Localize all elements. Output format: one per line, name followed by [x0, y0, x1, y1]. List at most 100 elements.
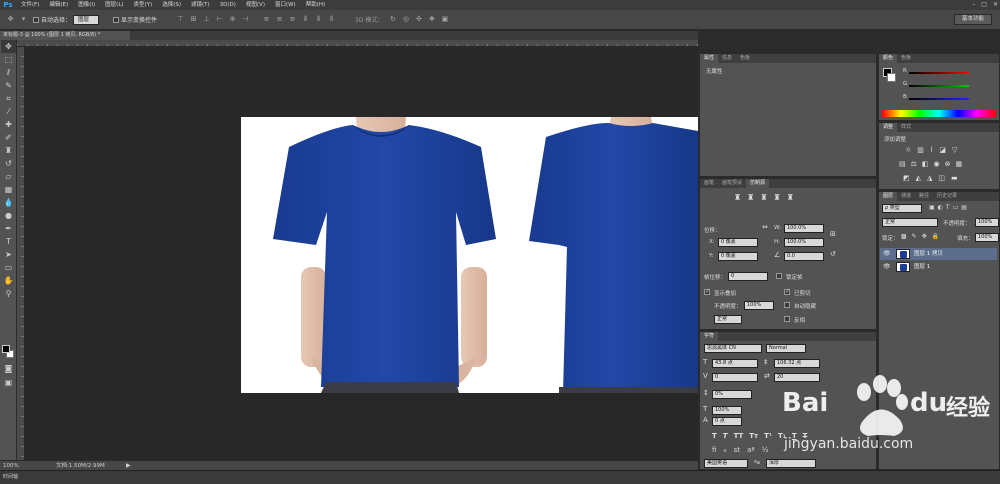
- lock-frame-checkbox[interactable]: [776, 273, 782, 279]
- eyedropper-tool-icon[interactable]: ⁄: [1, 105, 16, 118]
- align-hcenter-icon[interactable]: ⊕: [228, 15, 237, 24]
- curves-icon[interactable]: ⌇: [930, 146, 933, 154]
- menu-filter[interactable]: 滤镜(T): [186, 0, 215, 10]
- align-left-icon[interactable]: ⊢: [215, 15, 224, 24]
- gradient-tool-icon[interactable]: ▦: [1, 183, 16, 196]
- auto-select-dropdown[interactable]: 图层: [73, 14, 100, 25]
- show-transform-option[interactable]: 显示变换控件: [110, 14, 160, 26]
- show-overlay-checkbox[interactable]: [704, 288, 710, 295]
- menu-help[interactable]: 帮助(H): [301, 0, 330, 10]
- clone-x-field[interactable]: 0 像素: [718, 238, 758, 247]
- exposure-icon[interactable]: ◪: [939, 146, 946, 154]
- menu-view[interactable]: 视图(V): [241, 0, 270, 10]
- clone-slot-5-icon[interactable]: ♜: [787, 193, 794, 202]
- filter-type-icon[interactable]: T: [946, 204, 950, 211]
- clone-stamp-tool-icon[interactable]: ♜: [1, 144, 16, 157]
- lock-image-icon[interactable]: ✎: [912, 233, 917, 240]
- ordinal-icon[interactable]: aª: [747, 446, 755, 454]
- tab-brush-presets[interactable]: 画笔预设: [718, 179, 746, 188]
- horizontal-scale-field[interactable]: 100%: [712, 406, 742, 415]
- shape-tool-icon[interactable]: ▭: [1, 261, 16, 274]
- layer-kind-filter[interactable]: ρ 类型: [882, 204, 922, 213]
- pen-tool-icon[interactable]: ✒: [1, 222, 16, 235]
- selective-color-icon[interactable]: ◫: [938, 174, 945, 182]
- path-select-tool-icon[interactable]: ➤: [1, 248, 16, 261]
- show-transform-checkbox[interactable]: [113, 16, 120, 23]
- clone-slot-3-icon[interactable]: ♜: [760, 193, 767, 202]
- layer-name[interactable]: 图层 1: [914, 261, 930, 273]
- clone-slot-1-icon[interactable]: ♜: [734, 193, 741, 202]
- zoom-tool-icon[interactable]: ⚲: [1, 287, 16, 300]
- filter-pixel-icon[interactable]: ▣: [929, 204, 935, 211]
- font-family-dropdown[interactable]: 思源黑体 CN: [704, 344, 762, 353]
- reset-transform-icon[interactable]: ↺: [830, 250, 836, 258]
- quick-select-tool-icon[interactable]: ✎: [1, 79, 16, 92]
- faux-italic-icon[interactable]: T: [723, 432, 728, 440]
- menu-select[interactable]: 选择(S): [157, 0, 186, 10]
- filter-shape-icon[interactable]: ▭: [953, 204, 959, 211]
- tab-adjustments[interactable]: 调整: [879, 123, 898, 132]
- document-image[interactable]: [241, 117, 698, 393]
- layer-blend-mode-dropdown[interactable]: 正常: [882, 218, 938, 227]
- align-top-icon[interactable]: ⊤: [176, 15, 185, 24]
- tab-brush[interactable]: 画笔: [700, 179, 718, 188]
- align-right-icon[interactable]: ⊣: [241, 15, 250, 24]
- balance-icon[interactable]: ⚖: [911, 160, 917, 168]
- color-bg-swatch[interactable]: [887, 73, 896, 82]
- color-g-slider[interactable]: [909, 85, 969, 87]
- workspace-switcher[interactable]: 基本功能: [954, 14, 992, 25]
- swash-icon[interactable]: ℴ: [723, 446, 726, 454]
- small-caps-icon[interactable]: Tт: [749, 432, 758, 440]
- fraction-icon[interactable]: ½: [762, 446, 769, 454]
- 3d-scale-icon[interactable]: ▣: [440, 15, 449, 24]
- minimize-button[interactable]: –: [972, 0, 975, 10]
- threshold-icon[interactable]: ◮: [927, 174, 932, 182]
- tab-history[interactable]: 历史记录: [933, 192, 961, 201]
- distribute-right-icon[interactable]: ⦀: [327, 15, 336, 24]
- lock-transparent-icon[interactable]: ▩: [901, 233, 907, 240]
- lock-aspect-icon[interactable]: ⊞: [830, 230, 836, 238]
- tab-info[interactable]: 信息: [718, 54, 736, 63]
- blur-tool-icon[interactable]: 💧: [1, 196, 16, 209]
- lasso-tool-icon[interactable]: ℓ: [1, 66, 16, 79]
- tab-properties[interactable]: 属性: [700, 54, 719, 63]
- layer-visibility-eye-icon[interactable]: 👁: [883, 261, 891, 273]
- mixer-icon[interactable]: ⊗: [945, 160, 951, 168]
- quick-mask-icon[interactable]: ◙: [1, 362, 16, 375]
- all-caps-icon[interactable]: TT: [734, 432, 744, 440]
- color-spectrum[interactable]: [882, 110, 996, 117]
- levels-icon[interactable]: ▥: [917, 146, 924, 154]
- distribute-left-icon[interactable]: ⦀: [301, 15, 310, 24]
- hand-tool-icon[interactable]: ✋: [1, 274, 16, 287]
- distribute-hcenter-icon[interactable]: ⦀: [314, 15, 323, 24]
- clone-slot-4-icon[interactable]: ♜: [774, 193, 781, 202]
- layer-row-0[interactable]: 👁 图层 1 拷贝: [880, 248, 997, 260]
- leading-field[interactable]: 106.32 点: [774, 359, 820, 368]
- marquee-tool-icon[interactable]: ⬚: [1, 53, 16, 66]
- faux-bold-icon[interactable]: T: [712, 432, 717, 440]
- tab-clone-source[interactable]: 仿制源: [746, 179, 770, 188]
- lock-all-icon[interactable]: 🔒: [932, 233, 939, 240]
- menu-file[interactable]: 文件(F): [16, 0, 44, 10]
- layer-name[interactable]: 图层 1 拷贝: [914, 248, 943, 260]
- language-dropdown[interactable]: 美国英语: [704, 459, 748, 468]
- clone-y-field[interactable]: 0 像素: [718, 252, 758, 261]
- invert-icon[interactable]: ◩: [903, 174, 910, 182]
- brightness-icon[interactable]: ☼: [905, 146, 911, 154]
- overlay-blend-dropdown[interactable]: 正常: [714, 315, 742, 324]
- color-r-slider[interactable]: [909, 72, 969, 74]
- healing-brush-tool-icon[interactable]: ✚: [1, 118, 16, 131]
- 3d-rotate-icon[interactable]: ↻: [388, 15, 397, 24]
- brush-tool-icon[interactable]: ✐: [1, 131, 16, 144]
- frame-offset-field[interactable]: 0: [728, 272, 768, 281]
- distribute-vcenter-icon[interactable]: ≡: [275, 15, 284, 24]
- clipped-checkbox[interactable]: [784, 288, 790, 295]
- eraser-tool-icon[interactable]: ▱: [1, 170, 16, 183]
- 3d-roll-icon[interactable]: ◎: [401, 15, 410, 24]
- auto-select-option[interactable]: 自动选择： 图层: [30, 14, 102, 26]
- tool-preset-dropdown-icon[interactable]: ▾: [19, 15, 28, 24]
- vibrance-icon[interactable]: ▽: [952, 146, 957, 154]
- tab-character[interactable]: 字符: [700, 332, 719, 341]
- layer-opacity-field[interactable]: 100%: [975, 218, 999, 227]
- auto-select-checkbox[interactable]: [33, 16, 39, 23]
